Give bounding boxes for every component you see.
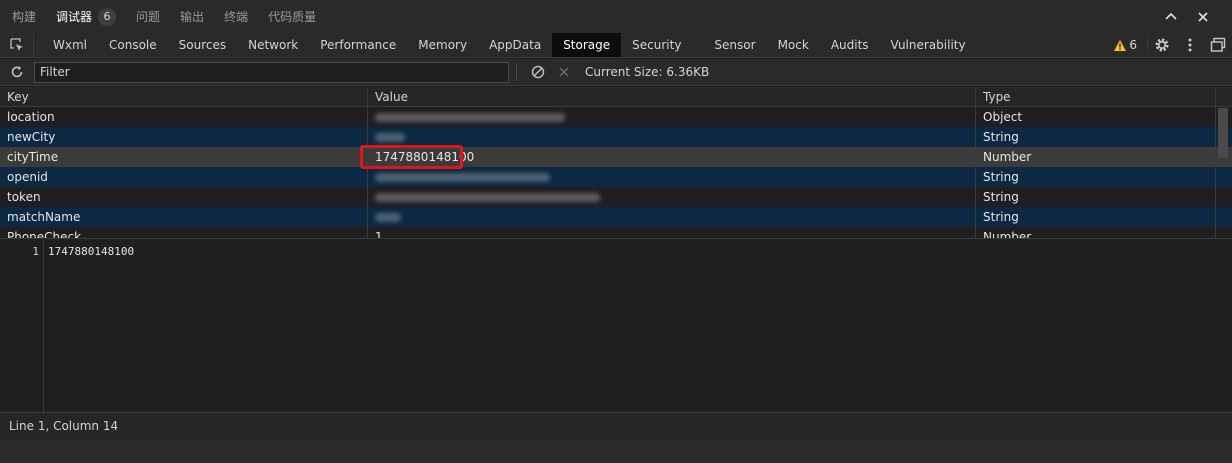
more-vertical-icon[interactable] <box>1176 33 1204 57</box>
row-value: 1747880148100 <box>368 147 976 167</box>
row-type: Number <box>976 147 1216 167</box>
current-size-label: Current Size: 6.36KB <box>585 65 710 79</box>
tab-sources[interactable]: Sources <box>168 33 237 57</box>
line-number: 1 <box>32 245 39 258</box>
panel-window-controls <box>1162 8 1212 26</box>
status-bar: Line 1, Column 14 <box>0 412 1232 439</box>
devtools-tab-bar: Wxml Console Sources Network Performance… <box>0 33 1232 58</box>
row-key: cityTime <box>0 147 368 167</box>
row-key: location <box>0 107 368 127</box>
row-value-redacted <box>368 107 976 127</box>
panel-tab-build[interactable]: 构建 <box>12 8 36 25</box>
row-value-redacted <box>368 127 976 147</box>
row-key: newCity <box>0 127 368 147</box>
table-row[interactable]: openid String <box>0 167 1232 187</box>
warnings-indicator[interactable]: 6 <box>1104 37 1148 53</box>
storage-table: Key Value Type location Object newCity S… <box>0 87 1232 239</box>
tab-memory[interactable]: Memory <box>407 33 478 57</box>
panel-tab-problems[interactable]: 问题 <box>136 8 160 25</box>
gear-icon[interactable] <box>1148 33 1176 57</box>
editor-content[interactable]: 1747880148100 <box>48 245 134 258</box>
panel-tab-debugger-label: 调试器 <box>56 10 93 24</box>
tab-performance[interactable]: Performance <box>309 33 407 57</box>
devtools-right-controls: 6 <box>1104 33 1232 57</box>
bottom-strip <box>0 439 1232 463</box>
cursor-position: Line 1, Column 14 <box>9 419 119 433</box>
column-header-type[interactable]: Type <box>976 87 1216 106</box>
panel-tab-terminal[interactable]: 终端 <box>224 8 248 25</box>
inspect-element-icon[interactable] <box>0 33 34 57</box>
refresh-icon[interactable] <box>0 65 34 79</box>
tab-vulnerability[interactable]: Vulnerability <box>880 33 977 57</box>
panel-tab-code-quality[interactable]: 代码质量 <box>268 8 316 25</box>
tab-audits[interactable]: Audits <box>820 33 880 57</box>
table-row[interactable]: matchName String <box>0 207 1232 227</box>
dock-panel-icon[interactable] <box>1204 33 1232 57</box>
filter-input[interactable] <box>34 61 509 83</box>
panel-tab-output[interactable]: 输出 <box>180 8 204 25</box>
row-type: Number <box>976 227 1216 238</box>
panel-tab-bar: 构建 调试器 6 问题 输出 终端 代码质量 <box>0 0 1232 33</box>
row-key: matchName <box>0 207 368 227</box>
table-header: Key Value Type <box>0 87 1232 107</box>
row-value: 1 <box>368 227 976 238</box>
delete-selected-icon[interactable] <box>551 62 577 82</box>
tab-mock[interactable]: Mock <box>767 33 820 57</box>
close-icon[interactable] <box>1194 8 1212 26</box>
row-type: String <box>976 187 1216 207</box>
table-row[interactable]: PhoneCheck 1 Number <box>0 227 1232 238</box>
row-type: String <box>976 167 1216 187</box>
tab-network[interactable]: Network <box>237 33 309 57</box>
panel-tab-debugger[interactable]: 调试器 6 <box>56 7 117 26</box>
row-value-redacted <box>368 187 976 207</box>
toolbar-divider <box>516 63 517 81</box>
tab-appdata[interactable]: AppData <box>478 33 552 57</box>
tab-wxml[interactable]: Wxml <box>42 33 98 57</box>
debugger-count-badge: 6 <box>98 7 117 26</box>
table-row-selected[interactable]: cityTime 1747880148100 Number <box>0 147 1232 167</box>
tab-storage[interactable]: Storage <box>552 33 622 57</box>
row-type: Object <box>976 107 1216 127</box>
table-row[interactable]: token String <box>0 187 1232 207</box>
column-header-value[interactable]: Value <box>368 87 976 106</box>
row-key: token <box>0 187 368 207</box>
warning-icon <box>1114 39 1127 51</box>
value-editor[interactable]: 1 1747880148100 <box>0 240 1232 412</box>
tab-sensor[interactable]: Sensor <box>703 33 766 57</box>
row-key: openid <box>0 167 368 187</box>
storage-toolbar: Current Size: 6.36KB <box>0 59 1232 86</box>
row-type: String <box>976 207 1216 227</box>
column-header-key[interactable]: Key <box>0 87 368 106</box>
chevron-up-icon[interactable] <box>1162 8 1180 26</box>
row-key: PhoneCheck <box>0 227 368 238</box>
row-value-redacted <box>368 207 976 227</box>
table-row[interactable]: location Object <box>0 107 1232 127</box>
tab-console[interactable]: Console <box>98 33 168 57</box>
table-scrollbar[interactable] <box>1218 108 1228 158</box>
table-row[interactable]: newCity String <box>0 127 1232 147</box>
tab-security[interactable]: Security <box>621 33 703 57</box>
row-value-redacted <box>368 167 976 187</box>
warnings-count: 6 <box>1129 38 1137 52</box>
clear-all-icon[interactable] <box>525 62 551 82</box>
editor-gutter: 1 <box>0 240 44 412</box>
row-type: String <box>976 127 1216 147</box>
